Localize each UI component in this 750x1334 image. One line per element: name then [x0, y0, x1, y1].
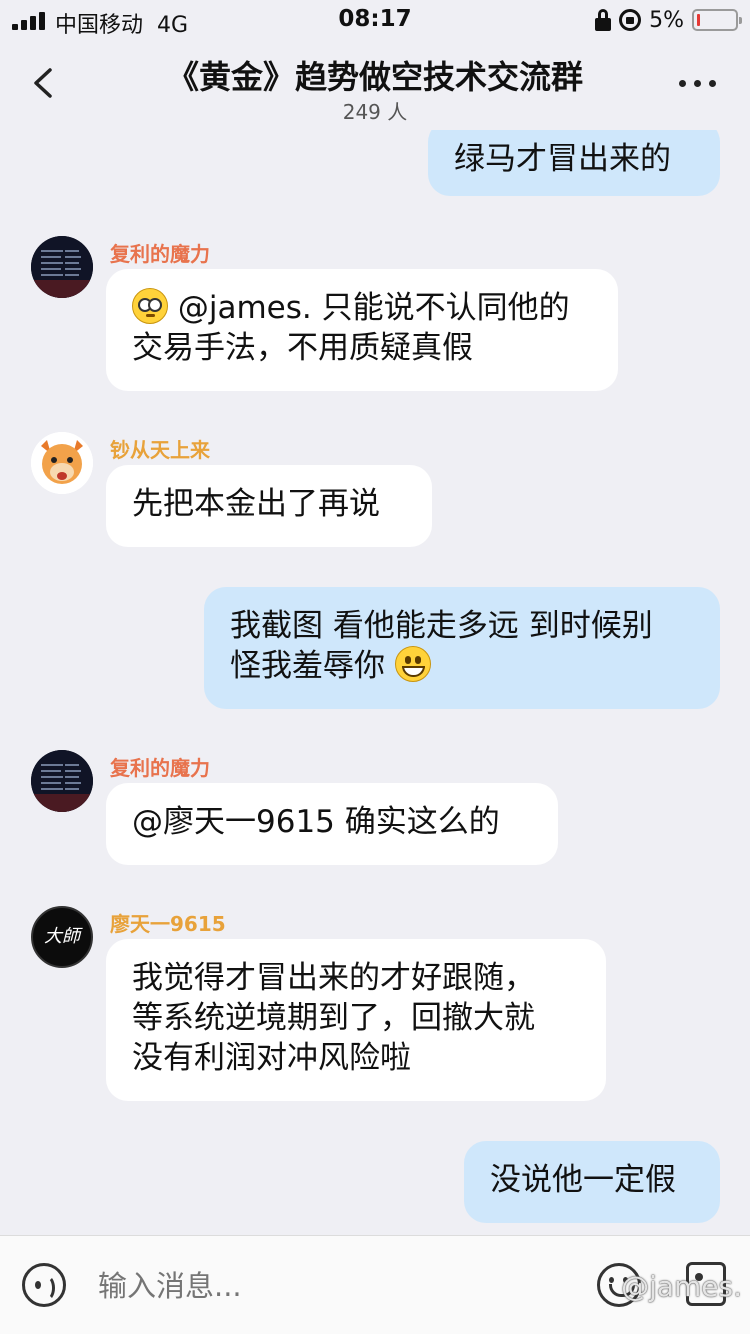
lock-icon: [595, 9, 612, 31]
flushed-face-icon: [132, 288, 168, 324]
group-title: 《黄金》趋势做空技术交流群: [166, 58, 583, 96]
message-input[interactable]: [98, 1261, 568, 1311]
avatar[interactable]: [31, 432, 93, 494]
message-text: @廖天一9615 确实这么的: [132, 804, 500, 840]
message-text: 绿马才冒出来的: [454, 141, 671, 177]
message-bubble[interactable]: @廖天一9615 确实这么的: [106, 783, 558, 865]
sender-name: 复利的魔力: [110, 756, 210, 780]
ellipsis-icon[interactable]: [679, 80, 716, 87]
message-bubble-self[interactable]: 绿马才冒出来的: [428, 130, 720, 196]
member-count: 249 人: [342, 100, 408, 124]
message-bubble[interactable]: @james. 只能说不认同他的 交易手法，不用质疑真假: [106, 269, 618, 391]
message-text: 我觉得才冒出来的才好跟随， 等系统逆境期到了，回撤大就 没有利润对冲风险啦: [132, 960, 535, 1076]
message-list[interactable]: 绿马才冒出来的 复利的魔力 @james. 只能说不认同他的 交易手法，不用质疑…: [0, 130, 750, 1235]
message-bubble-self[interactable]: 我截图 看他能走多远 到时候别 怪我羞辱你: [204, 587, 720, 709]
message-text: 怪我羞辱你: [230, 648, 385, 684]
status-bar: 中国移动 4G 08:17 5%: [0, 0, 750, 40]
avatar[interactable]: [31, 236, 93, 298]
avatar-label: 大師: [44, 926, 80, 947]
sender-name: 廖天一9615: [110, 912, 226, 936]
avatar[interactable]: 大師: [31, 906, 93, 968]
battery-icon: [692, 9, 742, 31]
voice-icon[interactable]: [22, 1263, 66, 1307]
battery-percent: 5%: [649, 7, 684, 33]
message-text: 我截图 看他能走多远 到时候别: [230, 608, 653, 644]
message-bubble-self[interactable]: 没说他一定假: [464, 1141, 720, 1223]
grinning-face-icon: [394, 646, 431, 682]
sender-name: 钞从天上来: [110, 438, 210, 462]
avatar[interactable]: [31, 750, 93, 812]
chat-header: 《黄金》趋势做空技术交流群 249 人: [0, 40, 750, 130]
message-bubble[interactable]: 我觉得才冒出来的才好跟随， 等系统逆境期到了，回撤大就 没有利润对冲风险啦: [106, 939, 606, 1101]
watermark: @james.: [621, 1270, 742, 1303]
status-icons: 5%: [595, 7, 742, 33]
message-text: 先把本金出了再说: [132, 486, 380, 522]
message-bubble[interactable]: 先把本金出了再说: [106, 465, 432, 547]
sender-name: 复利的魔力: [110, 242, 210, 266]
rotation-lock-icon: [619, 9, 642, 31]
message-text: 没说他一定假: [490, 1162, 676, 1198]
message-text: @james. 只能说不认同他的 交易手法，不用质疑真假: [132, 290, 570, 366]
